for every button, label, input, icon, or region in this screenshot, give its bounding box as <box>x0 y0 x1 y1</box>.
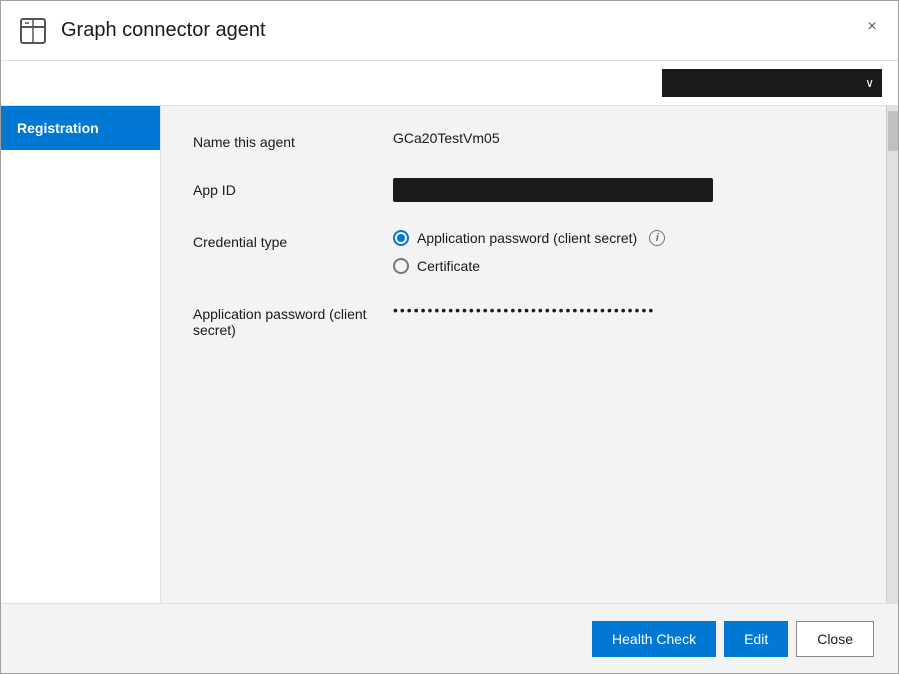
health-check-button[interactable]: Health Check <box>592 621 716 657</box>
account-selector[interactable]: ∨ <box>662 69 882 97</box>
edit-button[interactable]: Edit <box>724 621 788 657</box>
credential-label: Credential type <box>193 230 393 250</box>
name-value: GCa20TestVm05 <box>393 130 854 146</box>
radio-certificate[interactable]: Certificate <box>393 258 854 274</box>
info-icon-app-password[interactable]: i <box>649 230 665 246</box>
password-dots: •••••••••••••••••••••••••••••••••••••• <box>393 302 655 318</box>
form-row-password: Application password (client secret) •••… <box>193 302 854 338</box>
main-content: Registration Name this agent GCa20TestVm… <box>1 106 898 603</box>
scrollbar-thumb[interactable] <box>888 111 898 151</box>
content-area: Name this agent GCa20TestVm05 App ID Cre… <box>161 106 886 603</box>
radio-circle-app-password <box>393 230 409 246</box>
form-row-appid: App ID <box>193 178 854 202</box>
appid-value <box>393 178 854 202</box>
title-bar: Graph connector agent × <box>1 1 898 61</box>
scrollbar-track[interactable] <box>886 106 898 603</box>
password-label: Application password (client secret) <box>193 302 393 338</box>
radio-app-password[interactable]: Application password (client secret) i <box>393 230 854 246</box>
toolbar: ∨ <box>1 61 898 106</box>
password-value: •••••••••••••••••••••••••••••••••••••• <box>393 302 854 318</box>
credential-options: Application password (client secret) i C… <box>393 230 854 274</box>
radio-label-certificate: Certificate <box>417 258 480 274</box>
app-window: Graph connector agent × ∨ Registration N… <box>0 0 899 674</box>
radio-label-app-password: Application password (client secret) <box>417 230 637 246</box>
window-title: Graph connector agent <box>61 19 266 42</box>
appid-bar <box>393 178 713 202</box>
sidebar: Registration <box>1 106 161 603</box>
name-label: Name this agent <box>193 130 393 150</box>
app-icon <box>17 15 49 47</box>
account-selector-value <box>670 76 853 90</box>
window-close-button[interactable]: × <box>858 13 886 41</box>
form-row-name: Name this agent GCa20TestVm05 <box>193 130 854 150</box>
close-button[interactable]: Close <box>796 621 874 657</box>
appid-label: App ID <box>193 178 393 198</box>
sidebar-item-registration[interactable]: Registration <box>1 106 160 150</box>
chevron-down-icon: ∨ <box>865 76 874 90</box>
radio-circle-certificate <box>393 258 409 274</box>
footer: Health Check Edit Close <box>1 603 898 673</box>
form-row-credential: Credential type Application password (cl… <box>193 230 854 274</box>
radio-group: Application password (client secret) i C… <box>393 230 854 274</box>
